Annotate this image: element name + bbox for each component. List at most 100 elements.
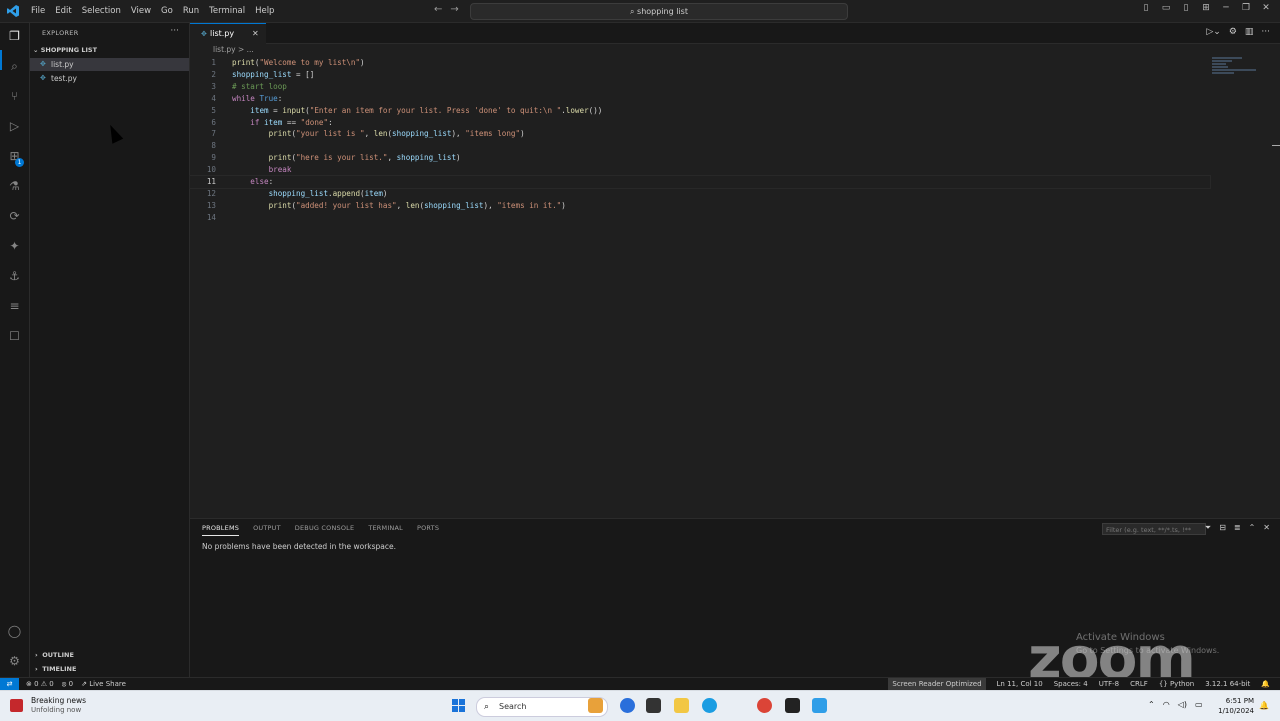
chrome-browser-icon[interactable] (757, 698, 772, 713)
code-editor[interactable]: 1 print("Welcome to my list\n") 2 shopping_… (189, 57, 1280, 517)
maximize-panel-icon[interactable]: ⌃ (1249, 523, 1256, 533)
battery-icon[interactable]: ▭ (1195, 700, 1203, 709)
account-icon[interactable]: ◯ (6, 623, 23, 640)
terminal-app-icon[interactable] (785, 698, 800, 713)
code-line[interactable]: 5 item = input("Enter an item for your l… (190, 105, 1210, 117)
menu-help[interactable]: Help (250, 0, 279, 22)
menu-go[interactable]: Go (156, 0, 178, 22)
minimap[interactable] (1212, 57, 1258, 77)
code-line[interactable]: 13 print("added! your list has", len(sho… (190, 200, 1210, 212)
file-list-py[interactable]: ✥ list.py (30, 58, 189, 71)
copilot-icon[interactable]: ✦ (6, 238, 23, 255)
code-token: , (364, 129, 374, 139)
python-icon[interactable]: ⚓ (6, 268, 23, 285)
error-count: 0 (34, 680, 39, 688)
problems-filter-input[interactable]: Filter (e.g. text, **/*.ts, !** (1102, 523, 1206, 535)
chat-icon[interactable]: ☐ (6, 328, 23, 345)
more-editor-actions-icon[interactable]: ··· (1261, 27, 1270, 37)
code-text: shopping_list = [] (232, 69, 314, 81)
menu-terminal[interactable]: Terminal (204, 0, 250, 22)
breadcrumb[interactable]: list.py > ... (213, 45, 254, 54)
tab-terminal[interactable]: TERMINAL (368, 524, 403, 536)
stack-icon[interactable]: ≡ (6, 298, 23, 315)
tab-list-py[interactable]: ✥ list.py ✕ (190, 23, 266, 44)
close-window-icon[interactable]: ✕ (1260, 3, 1272, 13)
notification-icon[interactable]: 🔔 (1259, 701, 1269, 710)
menu-run[interactable]: Run (178, 0, 204, 22)
close-tab-icon[interactable]: ✕ (252, 24, 259, 44)
code-line[interactable]: 10 break (190, 164, 1210, 176)
search-icon[interactable]: ⌕ (6, 58, 23, 75)
folder-label: SHOPPING LIST (40, 46, 98, 54)
testing-icon[interactable]: ⚗ (6, 178, 23, 195)
timeline-section[interactable]: › TIMELINE (35, 665, 76, 673)
code-line[interactable]: 7 print("your list is ", len(shopping_li… (190, 128, 1210, 140)
code-token: "Enter an item for your list. Press 'don… (309, 105, 562, 115)
toggle-secondary-sidebar-icon[interactable]: ▯ (1180, 3, 1192, 13)
command-center[interactable]: ⌕ shopping list (470, 3, 848, 20)
title-bar: File Edit Selection View Go Run Terminal… (0, 0, 1280, 23)
file-test-py[interactable]: ✥ test.py (30, 72, 189, 85)
copilot-app-icon[interactable] (620, 698, 635, 713)
code-line[interactable]: 1 print("Welcome to my list\n") (190, 57, 1210, 69)
workspace-folder[interactable]: ⌄ SHOPPING LIST (33, 46, 97, 54)
panel-actions: ⏷ ⊟ ≣ ⌃ ✕ (1205, 523, 1270, 533)
restore-icon[interactable]: ❐ (1240, 3, 1252, 13)
toggle-sidebar-icon[interactable]: ▯ (1140, 3, 1152, 13)
task-view-icon[interactable] (646, 698, 661, 713)
code-text: print("here is your list.", shopping_lis… (232, 152, 461, 164)
code-line[interactable]: 11 else: (189, 175, 1211, 189)
toggle-panel-icon[interactable]: ▭ (1160, 3, 1172, 13)
forward-arrow-icon[interactable]: → (450, 4, 458, 15)
source-control-icon[interactable]: ⑂ (6, 88, 23, 105)
code-line[interactable]: 9 print("here is your list.", shopping_l… (190, 152, 1210, 164)
menu-selection[interactable]: Selection (77, 0, 126, 22)
settings-gear-icon[interactable]: ⚙ (6, 653, 23, 670)
collapse-all-icon[interactable]: ⊟ (1219, 523, 1226, 533)
menu-file[interactable]: File (26, 0, 50, 22)
file-label: test.py (51, 74, 77, 83)
view-as-tree-icon[interactable]: ≣ (1234, 523, 1241, 533)
line-number: 9 (211, 153, 216, 163)
tab-problems[interactable]: PROBLEMS (202, 524, 240, 536)
menu-edit[interactable]: Edit (50, 0, 76, 22)
code-line[interactable]: 6 if item == "done": (190, 117, 1210, 129)
filter-icon[interactable]: ⏷ (1205, 523, 1211, 533)
tab-ports[interactable]: PORTS (417, 524, 439, 536)
tab-output[interactable]: OUTPUT (253, 524, 281, 536)
more-actions-icon[interactable]: ··· (170, 26, 179, 36)
open-changes-icon[interactable]: ⚙ (1229, 27, 1237, 37)
system-tray: ⌃ ◠ ◁) ▭ (1148, 700, 1203, 709)
close-panel-icon[interactable]: ✕ (1263, 523, 1270, 533)
code-token: shopping_list (232, 69, 292, 79)
code-line[interactable]: 3 # start loop (190, 81, 1210, 93)
line-number: 13 (206, 200, 216, 210)
split-editor-icon[interactable]: ▥ (1245, 27, 1254, 37)
file-explorer-icon[interactable] (674, 698, 689, 713)
explorer-icon[interactable]: ❐ (6, 28, 23, 45)
customize-layout-icon[interactable]: ⊞ (1200, 3, 1212, 13)
search-highlight-icon[interactable] (588, 698, 603, 713)
outline-section[interactable]: › OUTLINE (35, 651, 74, 659)
tray-chevron-icon[interactable]: ⌃ (1148, 700, 1155, 709)
code-line[interactable]: 12 shopping_list.append(item) (190, 188, 1210, 200)
windows-start-icon[interactable] (452, 699, 466, 713)
edge-browser-icon[interactable] (702, 698, 717, 713)
vscode-app-icon[interactable] (812, 698, 827, 713)
code-line[interactable]: 2 shopping_list = [] (190, 69, 1210, 81)
system-clock[interactable]: 6:51 PM 1/10/2024 (1216, 696, 1254, 716)
minimize-icon[interactable]: ─ (1220, 3, 1232, 13)
run-file-icon[interactable]: ▷⌄ (1206, 27, 1220, 37)
volume-icon[interactable]: ◁) (1178, 700, 1187, 709)
remote-explorer-icon[interactable]: ⟳ (6, 208, 23, 225)
run-debug-icon[interactable]: ▷ (6, 118, 23, 135)
code-line[interactable]: 4 while True: (190, 93, 1210, 105)
back-arrow-icon[interactable]: ← (434, 4, 442, 15)
code-line[interactable]: 8 (190, 140, 1210, 152)
code-line[interactable]: 14 (190, 212, 1210, 224)
menu-view[interactable]: View (126, 0, 156, 22)
wifi-icon[interactable]: ◠ (1163, 700, 1170, 709)
code-token: : (277, 93, 283, 103)
tab-debug-console[interactable]: DEBUG CONSOLE (295, 524, 355, 536)
